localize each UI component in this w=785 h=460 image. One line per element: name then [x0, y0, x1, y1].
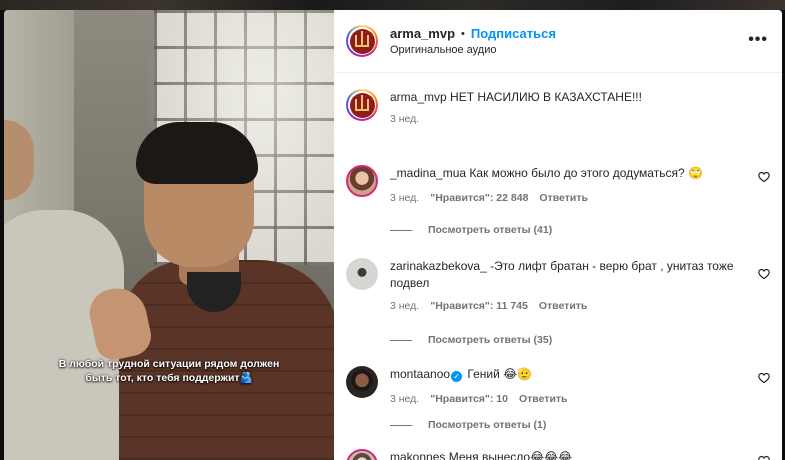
background-feed — [0, 0, 785, 10]
commenter-avatar[interactable] — [346, 449, 378, 460]
caption-text: НЕТ НАСИЛИЮ В КАЗАХСТАНЕ!!! — [450, 90, 642, 104]
like-heart-icon[interactable] — [758, 455, 770, 460]
like-heart-icon[interactable] — [758, 372, 770, 384]
comment-likes[interactable]: "Нравится": 11 745 — [430, 300, 528, 312]
commenter-avatar[interactable] — [346, 258, 378, 290]
comment-item: montaanoo ✓ Гений 😂🫡 3 нед. "Нравится": 1… — [346, 366, 770, 405]
reply-button[interactable]: Ответить — [539, 300, 588, 312]
comment-date[interactable]: 3 нед. — [390, 192, 419, 204]
verified-badge-icon: ✓ — [451, 371, 463, 382]
view-replies-button[interactable]: Посмотреть ответы (1) — [390, 419, 770, 431]
more-options-icon[interactable]: ••• — [748, 32, 768, 48]
comment-username[interactable]: makonnes — [390, 450, 445, 460]
like-heart-icon[interactable] — [758, 268, 770, 280]
author-avatar[interactable] — [346, 25, 378, 57]
post-header: arma_mvp • Подписаться Оригинальное ауди… — [334, 10, 782, 73]
comment-username[interactable]: _madina_mua — [390, 166, 466, 180]
reply-button[interactable]: Ответить — [519, 393, 568, 405]
comment-item: _madina_mua Как можно было до этого доду… — [346, 165, 770, 204]
caption-author-avatar[interactable] — [346, 89, 378, 121]
video-player[interactable]: В любой трудной ситуации рядом должен бы… — [4, 10, 334, 460]
comment-date[interactable]: 3 нед. — [390, 300, 419, 312]
caption-date[interactable]: 3 нед. — [390, 113, 419, 125]
comment-likes[interactable]: "Нравится": 22 848 — [430, 192, 528, 204]
commenter-avatar[interactable] — [346, 165, 378, 197]
comment-text: Гений 😂🫡 — [467, 367, 533, 381]
view-replies-button[interactable]: Посмотреть ответы (35) — [390, 334, 770, 346]
original-audio-link[interactable]: Оригинальное аудио — [390, 44, 556, 56]
comments-list[interactable]: arma_mvp НЕТ НАСИЛИЮ В КАЗАХСТАНЕ!!! 3 н… — [334, 73, 782, 460]
comment-date[interactable]: 3 нед. — [390, 393, 419, 405]
video-subtitle: В любой трудной ситуации рядом должен бы… — [58, 358, 280, 384]
post-modal: В любой трудной ситуации рядом должен бы… — [4, 10, 782, 460]
comment-likes[interactable]: "Нравится": 10 — [430, 393, 508, 405]
comment-username[interactable]: montaanoo — [390, 367, 450, 381]
comment-item: zarinakazbekova_ -Это лифт братан - верю… — [346, 258, 770, 312]
follow-button[interactable]: Подписаться — [471, 26, 556, 41]
comment-username[interactable]: zarinakazbekova_ — [390, 259, 487, 273]
commenter-avatar[interactable] — [346, 366, 378, 398]
like-heart-icon[interactable] — [758, 171, 770, 183]
caption-username[interactable]: arma_mvp — [390, 90, 447, 104]
comment-item: makonnes Меня вынесло😂😂😂 — [346, 449, 770, 460]
comment-text: Как можно было до этого додуматься? 🙄 — [469, 166, 703, 180]
comment-text: Меня вынесло😂😂😂 — [448, 450, 573, 460]
post-side-panel: arma_mvp • Подписаться Оригинальное ауди… — [334, 10, 782, 460]
view-replies-button[interactable]: Посмотреть ответы (41) — [390, 224, 770, 236]
author-username[interactable]: arma_mvp — [390, 26, 455, 41]
reply-button[interactable]: Ответить — [539, 192, 588, 204]
